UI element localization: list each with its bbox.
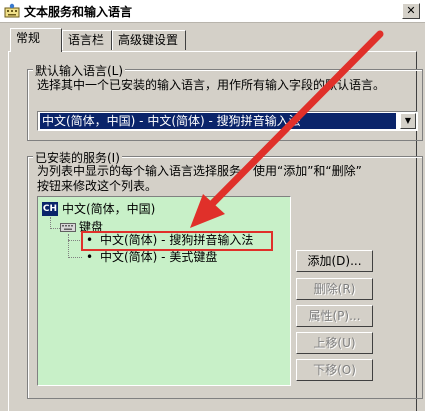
default-language-description: 选择其中一个已安装的输入语言，用作所有输入字段的默认语言。: [37, 78, 386, 92]
move-up-button[interactable]: 上移(U): [296, 332, 373, 354]
tab-advanced-key-settings[interactable]: 高级键设置: [112, 30, 186, 50]
window-title: 文本服务和输入语言: [24, 5, 133, 19]
tree-item-bullet: •: [86, 250, 94, 264]
close-button[interactable]: ✕: [402, 3, 420, 19]
tree-connector: [68, 257, 82, 258]
default-language-combobox[interactable]: 中文(简体，中国) - 中文(简体) - 搜狗拼音输入法 ▼: [37, 111, 418, 131]
tab-general-label: 常规: [16, 31, 41, 45]
dropdown-button[interactable]: ▼: [400, 113, 416, 129]
tab-language-bar[interactable]: 语言栏: [62, 30, 112, 50]
tab-general[interactable]: 常规: [10, 28, 62, 52]
tree-connector: [68, 234, 69, 258]
tree-connector: [50, 228, 60, 229]
tree-language-node[interactable]: 中文(简体，中国): [62, 201, 155, 217]
move-down-button[interactable]: 下移(O): [296, 359, 373, 381]
keyboard-app-icon: [4, 3, 20, 18]
properties-button[interactable]: 属性(P)...: [296, 305, 373, 327]
tab-advanced-key-settings-label: 高级键设置: [118, 33, 179, 47]
tree-item-us-keyboard[interactable]: 中文(简体) - 美式键盘: [100, 249, 217, 265]
installed-services-description-line2: 按钮来修改这个列表。: [37, 179, 158, 193]
keyboard-icon: [60, 223, 76, 232]
tree-connector: [68, 240, 82, 241]
language-badge-icon: CH: [42, 202, 58, 216]
installed-services-description-line1: 为列表中显示的每个输入语言选择服务。使用“添加”和“删除”: [37, 164, 362, 178]
chevron-down-icon: ▼: [404, 116, 412, 125]
default-language-selected-value: 中文(简体，中国) - 中文(简体) - 搜狗拼音输入法: [40, 113, 396, 129]
close-icon: ✕: [406, 4, 416, 17]
installed-services-tree[interactable]: CH 中文(简体，中国) 键盘 • 中文(简体) - 搜狗拼音输入法 • 中文(…: [37, 196, 291, 386]
highlight-annotation: [81, 231, 273, 251]
tab-language-bar-label: 语言栏: [68, 33, 105, 47]
remove-button[interactable]: 删除(R): [296, 278, 373, 300]
title-bar: 文本服务和输入语言 ✕: [0, 0, 425, 23]
add-button[interactable]: 添加(D)...: [296, 250, 373, 272]
